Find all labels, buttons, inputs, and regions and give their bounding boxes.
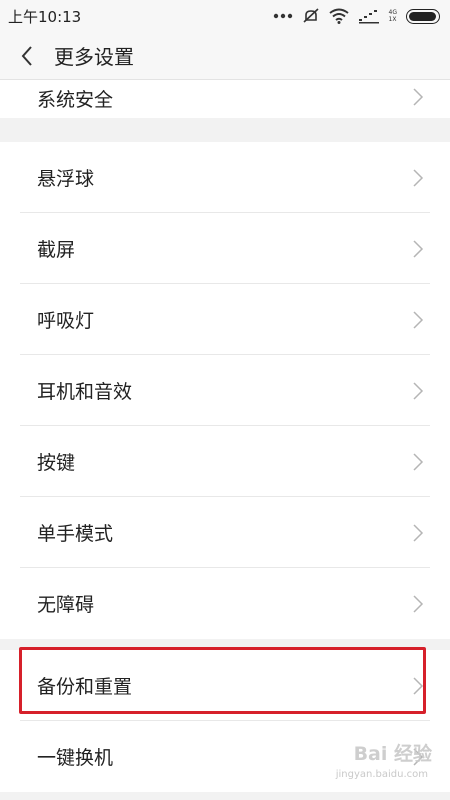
network-label-1x: 1X [388, 16, 397, 23]
chevron-right-icon [413, 168, 424, 187]
more-dots-icon [273, 13, 293, 19]
chevron-right-icon [413, 523, 424, 542]
chevron-right-icon [413, 452, 424, 471]
chevron-right-icon [413, 310, 424, 329]
settings-item-system-security[interactable]: 系统安全 [0, 80, 450, 118]
battery-level-fill [409, 11, 436, 21]
status-time: 上午10:13 [8, 7, 82, 26]
chevron-right-icon [413, 381, 424, 400]
settings-item-label: 按键 [37, 452, 76, 474]
settings-item-breathing-light[interactable]: 呼吸灯 [0, 284, 450, 355]
watermark-brand: Bai 经验 [353, 743, 432, 765]
page-title: 更多设置 [54, 45, 134, 69]
settings-item-label: 系统安全 [37, 89, 114, 111]
watermark-url: jingyan.baidu.com [335, 769, 428, 780]
network-label-4g: 4G [388, 9, 397, 16]
network-type-indicator: 4G 1X [389, 9, 397, 23]
cellular-signal-icon [358, 8, 380, 24]
chevron-right-icon [413, 239, 424, 258]
watermark-logo: Bai 经验 [354, 739, 432, 766]
settings-item-backup-reset[interactable]: 备份和重置 [0, 650, 450, 721]
chevron-right-icon [413, 676, 424, 695]
settings-item-label: 截屏 [37, 239, 76, 261]
settings-item-label: 一键换机 [37, 747, 114, 769]
settings-item-buttons[interactable]: 按键 [0, 426, 450, 497]
back-button[interactable] [2, 32, 52, 80]
settings-item-screenshot[interactable]: 截屏 [0, 213, 450, 284]
status-icons: 4G 1X [273, 7, 440, 25]
battery-icon [406, 8, 440, 24]
status-bar: 上午10:13 4G 1X [0, 0, 450, 32]
settings-item-floating-ball[interactable]: 悬浮球 [0, 142, 450, 213]
wifi-icon [328, 8, 349, 24]
mute-icon [302, 7, 320, 25]
back-arrow-icon [21, 45, 32, 66]
settings-group-security: 系统安全 [0, 80, 450, 118]
chevron-right-icon [413, 88, 424, 106]
chevron-right-icon [413, 594, 424, 613]
settings-item-accessibility[interactable]: 无障碍 [0, 568, 450, 639]
settings-item-label: 备份和重置 [37, 676, 133, 698]
settings-item-headphones-audio[interactable]: 耳机和音效 [0, 355, 450, 426]
settings-item-label: 无障碍 [37, 594, 95, 616]
settings-item-label: 悬浮球 [37, 168, 95, 190]
settings-item-label: 单手模式 [37, 523, 114, 545]
title-bar: 更多设置 [0, 32, 450, 80]
settings-item-one-handed-mode[interactable]: 单手模式 [0, 497, 450, 568]
settings-group-main: 悬浮球 截屏 呼吸灯 耳机和音效 按键 单手模式 无障碍 [0, 142, 450, 639]
settings-item-label: 耳机和音效 [37, 381, 133, 403]
settings-item-label: 呼吸灯 [37, 310, 95, 332]
